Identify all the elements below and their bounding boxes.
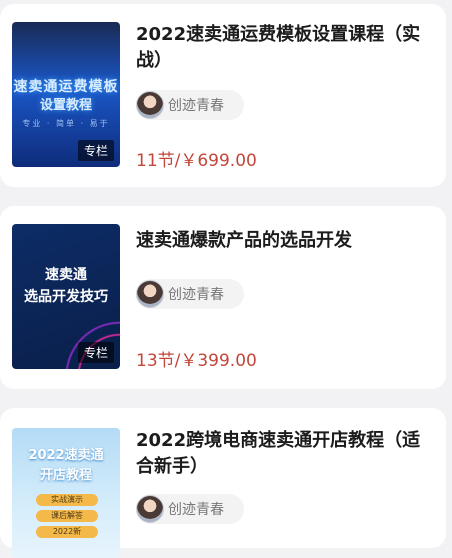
author-chip[interactable]: 创迹青春	[136, 90, 244, 120]
author-name: 创迹青春	[168, 502, 224, 518]
thumbnail-pill: 2022新	[36, 526, 98, 538]
course-thumbnail[interactable]: 速卖通 选品开发技巧 专栏	[12, 224, 120, 369]
course-title[interactable]: 速卖通爆款产品的选品开发	[136, 228, 436, 254]
column-tag: 专栏	[77, 140, 114, 161]
course-title[interactable]: 2022跨境电商速卖通开店教程（适合新手）	[136, 428, 436, 480]
course-price: 11节/￥699.00	[136, 151, 257, 171]
thumbnail-pill: 课后解答	[36, 510, 98, 522]
thumbnail-text: 设置教程	[39, 98, 92, 113]
course-card[interactable]: 2022速卖通 开店教程 实战演示 课后解答 2022新 2022跨境电商速卖通…	[0, 408, 446, 558]
avatar	[136, 495, 164, 523]
thumbnail-text: 速卖通运费模板	[13, 79, 119, 95]
thumbnail-text: 开店教程	[39, 468, 92, 483]
column-tag: 专栏	[77, 342, 114, 363]
avatar	[136, 280, 164, 308]
course-card[interactable]: 速卖通运费模板 设置教程 专业 · 简单 · 易于 专栏 2022速卖通运费模板…	[0, 4, 446, 187]
author-name: 创迹青春	[168, 287, 224, 303]
avatar	[136, 91, 164, 119]
course-title[interactable]: 2022速卖通运费模板设置课程（实战）	[136, 22, 436, 74]
author-chip[interactable]: 创迹青春	[136, 279, 244, 309]
thumbnail-pill: 实战演示	[36, 494, 98, 506]
thumbnail-text: 2022速卖通	[28, 448, 104, 463]
author-name: 创迹青春	[168, 98, 224, 114]
thumbnail-text: 速卖通	[45, 267, 87, 283]
author-chip[interactable]: 创迹青春	[136, 494, 244, 524]
course-card[interactable]: 速卖通 选品开发技巧 专栏 速卖通爆款产品的选品开发 创迹青春 13节/￥399…	[0, 206, 446, 389]
thumbnail-subtext: 专业 · 简单 · 易于	[22, 119, 110, 128]
course-price: 13节/￥399.00	[136, 351, 257, 371]
thumbnail-text: 选品开发技巧	[24, 289, 108, 305]
course-thumbnail[interactable]: 速卖通运费模板 设置教程 专业 · 简单 · 易于 专栏	[12, 22, 120, 167]
course-thumbnail[interactable]: 2022速卖通 开店教程 实战演示 课后解答 2022新	[12, 428, 120, 558]
